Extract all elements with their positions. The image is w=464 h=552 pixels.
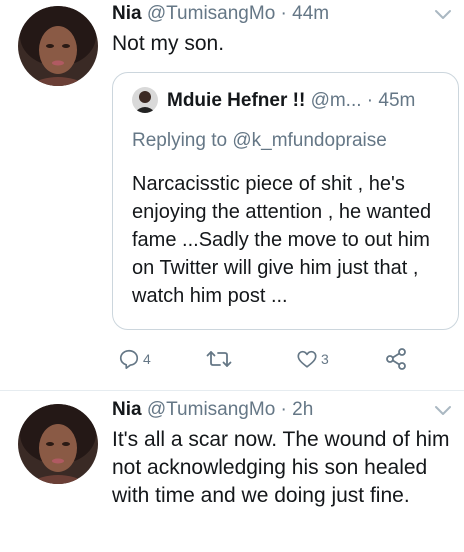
retweet-icon [206, 348, 232, 370]
handle[interactable]: @TumisangMo [147, 399, 275, 420]
avatar[interactable] [18, 404, 98, 484]
timestamp[interactable]: 2h [292, 399, 313, 420]
chevron-down-icon[interactable] [434, 404, 452, 416]
action-bar: 4 3 [112, 344, 432, 374]
like-count: 3 [321, 351, 329, 367]
avatar [132, 87, 158, 113]
tweet-text: It's all a scar now. The wound of him no… [112, 428, 450, 507]
display-name[interactable]: Nia [112, 3, 142, 24]
separator: · [280, 3, 287, 24]
retweet-button[interactable] [206, 344, 232, 374]
tweet-header: Nia @TumisangMo · 2h [112, 398, 313, 422]
avatar[interactable] [18, 6, 98, 86]
tweet[interactable]: Nia @TumisangMo · 44m Not my son. Mduie … [0, 0, 464, 391]
tweet[interactable]: Nia @TumisangMo · 2h It's all a scar now… [0, 392, 464, 552]
share-button[interactable] [384, 344, 408, 374]
timestamp[interactable]: 44m [292, 3, 329, 24]
quoted-timestamp: 45m [378, 90, 416, 111]
chevron-down-icon[interactable] [434, 8, 452, 20]
tweet-text: Not my son. [112, 32, 225, 55]
share-icon [384, 347, 408, 371]
quoted-text: Narcacisstic piece of shit , he's enjoyi… [132, 173, 432, 307]
replying-to: Replying to @k_mfundopraise [132, 130, 387, 151]
separator: · [280, 399, 287, 420]
tweet-header: Nia @TumisangMo · 44m [112, 2, 329, 26]
like-button[interactable]: 3 [296, 344, 329, 374]
quoted-handle: @m... [310, 90, 362, 111]
quoted-display-name: Mduie Hefner !! [167, 90, 306, 111]
display-name[interactable]: Nia [112, 399, 142, 420]
quoted-header: Mduie Hefner !! @m... · 45m [167, 89, 415, 113]
handle[interactable]: @TumisangMo [147, 3, 275, 24]
quoted-tweet[interactable]: Mduie Hefner !! @m... · 45m Replying to … [112, 72, 459, 330]
like-icon [296, 348, 318, 370]
reply-button[interactable]: 4 [118, 344, 151, 374]
separator: · [366, 90, 374, 111]
reply-icon [118, 348, 140, 370]
reply-count: 4 [143, 351, 151, 367]
